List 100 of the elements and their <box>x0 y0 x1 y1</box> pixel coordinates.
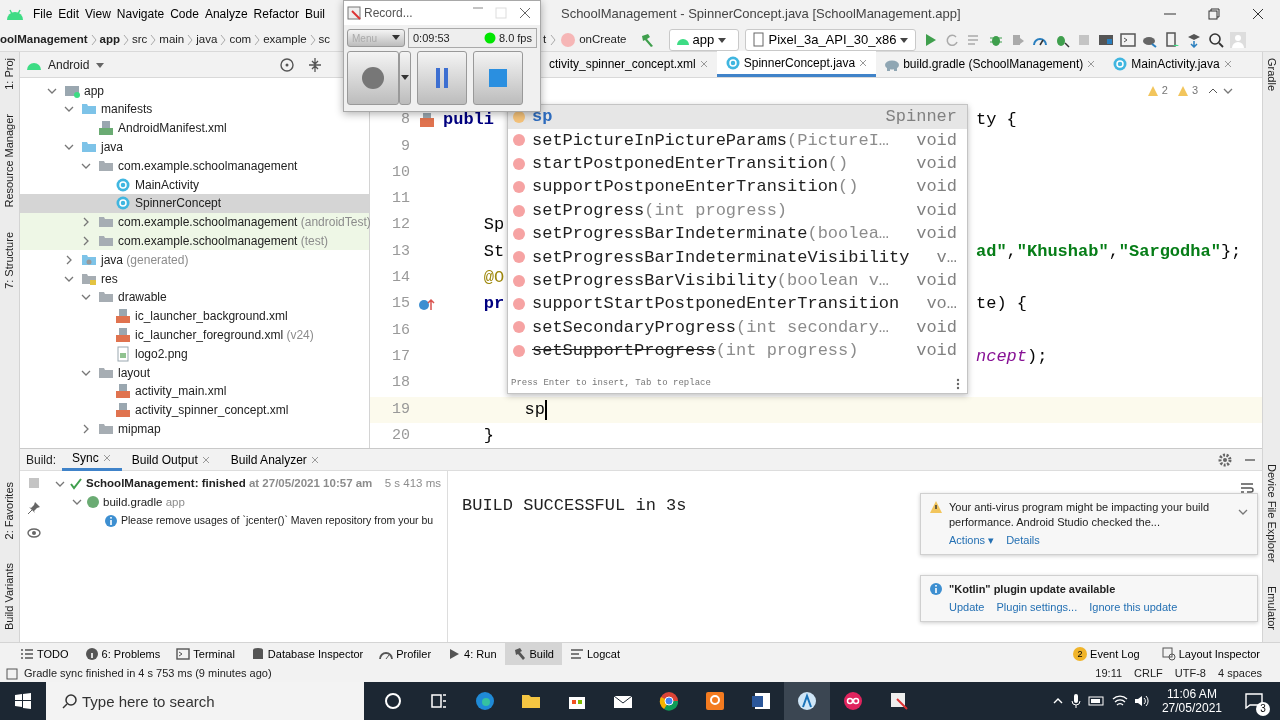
volume-icon[interactable] <box>1133 694 1150 708</box>
completion-item[interactable]: setProgress(int progress) void <box>508 198 967 223</box>
avd-icon[interactable] <box>1120 31 1137 48</box>
stop-button[interactable] <box>473 51 523 105</box>
device-dropdown[interactable]: Pixel_3a_API_30_x86 <box>744 28 917 51</box>
module-dropdown[interactable]: app <box>668 28 739 51</box>
tool-window-tab[interactable]: Build Variants <box>1 557 18 637</box>
layout-file-icon[interactable] <box>418 113 435 128</box>
clock-time[interactable]: 11:06 AM <box>1167 686 1217 701</box>
completion-item[interactable]: setSupportProgress(int progress) void <box>508 339 967 363</box>
device-manager-icon[interactable] <box>1164 31 1181 48</box>
tree-item[interactable]: drawable <box>20 288 369 307</box>
locate-icon[interactable] <box>279 56 295 73</box>
notification-link[interactable]: Actions ▾ <box>949 532 995 548</box>
panel-tab[interactable]: Build Analyzer <box>220 448 330 471</box>
soft-wrap-icon[interactable] <box>1240 481 1254 496</box>
breadcrumb[interactable]: oolManagement <box>0 31 88 49</box>
tool-window-tab[interactable]: Device File Explorer <box>1263 457 1280 569</box>
tree-item[interactable]: com.example.schoolmanagement <box>20 156 369 176</box>
editor-tab[interactable]: MainActivity.java <box>1104 51 1241 78</box>
pause-button[interactable] <box>417 51 467 105</box>
tree-item[interactable]: java (generated) <box>20 250 369 270</box>
status-item[interactable]: 4 spaces <box>1217 665 1262 682</box>
editor-tab[interactable]: build.gradle (SchoolManagement) <box>876 51 1105 78</box>
notification-link[interactable]: Ignore this update <box>1089 600 1178 615</box>
view-selector[interactable]: Android <box>48 55 90 74</box>
breadcrumb[interactable]: java <box>196 31 218 49</box>
tool-window-tab[interactable]: 1: Proj <box>1 52 18 97</box>
status-item[interactable]: CRLF <box>1134 665 1163 682</box>
tree-item[interactable]: app <box>20 81 369 101</box>
tree-item[interactable]: mipmap <box>20 419 369 439</box>
tool-window-button[interactable]: Database Inspector <box>242 643 372 666</box>
completion-item[interactable]: setSecondaryProgress(int secondary… void <box>508 315 967 340</box>
tree-item[interactable]: MainActivity <box>20 175 369 195</box>
tree-item[interactable]: ic_launcher_background.xml <box>20 306 369 326</box>
microphone-icon[interactable] <box>1069 693 1082 709</box>
menu-item[interactable]: View <box>82 0 114 28</box>
notification-link[interactable]: Update <box>949 600 985 615</box>
close-icon[interactable] <box>698 59 709 70</box>
tree-item[interactable]: AndroidManifest.xml <box>20 118 369 138</box>
close-icon[interactable] <box>519 7 531 19</box>
dropdown-button[interactable] <box>399 51 411 105</box>
completion-item[interactable]: sp Spinner <box>508 105 967 129</box>
override-icon[interactable] <box>417 297 436 312</box>
tree-item[interactable]: layout <box>20 363 369 382</box>
tool-window-tab[interactable]: Emulator <box>1263 580 1280 637</box>
close-icon[interactable] <box>858 57 869 68</box>
tool-window-button[interactable]: 6: Problems <box>76 643 169 666</box>
breadcrumb[interactable]: t <box>543 31 547 49</box>
clock-date[interactable]: 27/05/2021 <box>1161 701 1222 716</box>
menu-item[interactable]: Code <box>167 0 202 28</box>
panel-tab[interactable]: Sync <box>62 448 122 471</box>
status-item[interactable]: 19:11 <box>1095 665 1123 682</box>
close-icon[interactable] <box>1086 59 1097 70</box>
notification-link[interactable]: Details <box>1006 532 1040 548</box>
close-icon[interactable] <box>101 453 112 464</box>
tree-item[interactable]: logo2.png <box>20 344 369 364</box>
menu-item[interactable]: Analyze <box>201 0 251 28</box>
completion-item[interactable]: setProgressBarIndeterminate(boolea… void <box>508 222 967 246</box>
build-tree-item[interactable]: SchoolManagement: finished at 27/05/2021 10:57 am <box>86 475 373 493</box>
tool-window-button[interactable]: Layout Inspector <box>1153 643 1268 666</box>
status-item[interactable]: UTF-8 <box>1174 665 1206 682</box>
editor-tab[interactable]: ctivity_spinner_concept.xml <box>541 51 717 78</box>
editor-tab[interactable]: SpinnerConcept.java <box>716 51 877 78</box>
tool-window-tab[interactable]: Gradle <box>1263 52 1280 98</box>
tool-window-tab[interactable]: 7: Structure <box>1 225 18 295</box>
completion-item[interactable]: supportStartPostponedEnterTransition vo… <box>508 292 967 316</box>
notification-center-button[interactable]: 3 <box>1234 682 1274 720</box>
tool-window-button[interactable]: Build <box>504 643 562 666</box>
tree-item[interactable]: res <box>20 269 369 288</box>
breadcrumb[interactable]: main <box>159 31 185 49</box>
taskbar-app[interactable] <box>784 682 830 720</box>
tree-item[interactable]: activity_main.xml <box>20 382 369 401</box>
eye-icon[interactable] <box>27 527 41 540</box>
tree-item[interactable]: SpinnerConcept <box>20 194 369 213</box>
panel-toggle-icon[interactable] <box>6 667 18 680</box>
breadcrumb[interactable]: sc <box>318 31 331 49</box>
menu-item[interactable]: Edit <box>55 0 83 28</box>
menu-item[interactable]: Refactor <box>250 0 302 28</box>
search-icon[interactable] <box>1208 31 1225 48</box>
breadcrumb[interactable]: example <box>263 31 307 49</box>
panel-tab[interactable]: Build Output <box>121 448 221 471</box>
completion-item[interactable]: supportPostponeEnterTransition() void <box>508 175 967 199</box>
menu-item[interactable]: Navigate <box>113 0 168 28</box>
close-icon[interactable] <box>200 454 211 465</box>
breadcrumb[interactable]: src <box>132 31 148 49</box>
tree-item[interactable]: ic_launcher_foreground.xml (v24) <box>20 325 369 345</box>
tool-window-tab[interactable]: 2: Favorites <box>1 475 18 546</box>
settings-icon[interactable] <box>1218 452 1232 467</box>
breadcrumb[interactable]: onCreate <box>579 31 627 49</box>
close-icon[interactable] <box>309 454 320 465</box>
tool-window-button[interactable]: Profiler <box>371 643 440 666</box>
breadcrumb[interactable]: com <box>229 31 252 49</box>
tree-item[interactable]: java <box>20 137 369 157</box>
tool-window-button[interactable]: Terminal <box>168 643 243 666</box>
close-icon[interactable] <box>1222 59 1233 70</box>
record-button[interactable] <box>347 51 399 105</box>
menu-item[interactable]: Buil <box>301 0 328 28</box>
tree-item[interactable]: activity_spinner_concept.xml <box>20 400 369 420</box>
battery-icon[interactable] <box>1087 695 1106 707</box>
